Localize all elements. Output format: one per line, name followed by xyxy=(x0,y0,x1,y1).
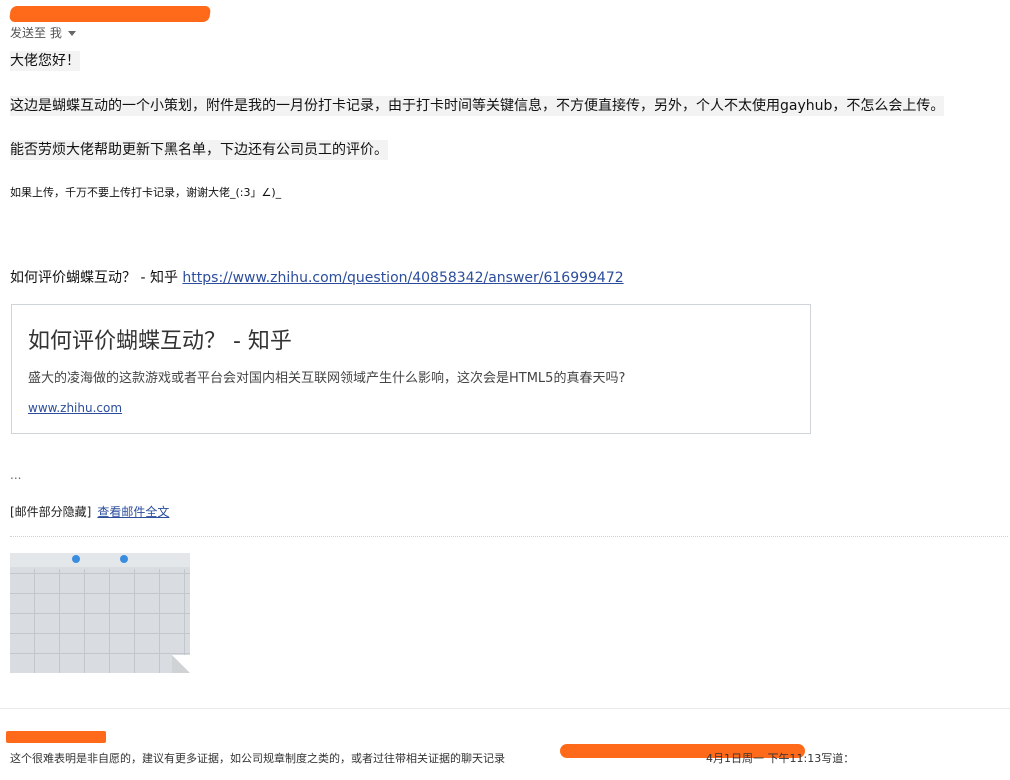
attachment-divider xyxy=(10,536,1008,537)
reply-text: 这个很难表明是非自愿的，建议有更多证据，如公司规章制度之类的，或者过往带相关证据… xyxy=(10,752,505,765)
zhihu-link-line: 如何评价蝴蝶互动？ - 知乎 https://www.zhihu.com/que… xyxy=(10,268,624,288)
link-prefix: 如何评价蝴蝶互动？ - 知乎 xyxy=(10,270,178,286)
next-month-icon xyxy=(120,555,128,563)
upload-note: 如果上传，千万不要上传打卡记录，谢谢大佬_(:3」∠)_ xyxy=(10,186,282,199)
chevron-down-icon[interactable] xyxy=(67,31,76,36)
recipient-text: 发送至 我 xyxy=(10,26,62,40)
calendar-header xyxy=(10,553,190,567)
recipient-line[interactable]: 发送至 我 xyxy=(10,24,76,41)
quoted-text-ellipsis[interactable]: ... xyxy=(10,468,21,482)
prev-month-icon xyxy=(72,555,80,563)
hidden-content-note: [邮件部分隐藏] 查看邮件全文 xyxy=(10,503,169,520)
body-paragraph-1: 这边是蝴蝶互动的一个小策划，附件是我的一月份打卡记录，由于打卡时间等关键信息，不… xyxy=(10,96,945,116)
redacted-sender-name xyxy=(8,6,212,22)
hidden-label: [邮件部分隐藏] xyxy=(10,505,92,519)
link-preview-card[interactable]: 如何评价蝴蝶互动？ - 知乎 盛大的凌海做的这款游戏或者平台会对国内相关互联网领… xyxy=(11,304,811,434)
greeting: 大佬您好！ xyxy=(10,51,80,71)
preview-description: 盛大的凌海做的这款游戏或者平台会对国内相关互联网领域产生什么影响，这次会是HTM… xyxy=(28,371,626,386)
body-paragraph-2: 能否劳烦大佬帮助更新下黑名单，下边还有公司员工的评价。 xyxy=(10,140,388,160)
preview-domain-link[interactable]: www.zhihu.com xyxy=(28,401,122,415)
preview-title: 如何评价蝴蝶互动？ - 知乎 xyxy=(28,329,292,354)
page-curl-icon xyxy=(172,655,190,673)
view-full-message-link[interactable]: 查看邮件全文 xyxy=(97,505,169,519)
calendar-grid xyxy=(10,569,190,673)
attachment-thumbnail[interactable] xyxy=(10,553,190,673)
reply-date: 4月1日周一 下午11:13写道： xyxy=(706,752,855,765)
reply-divider xyxy=(0,708,1010,709)
zhihu-answer-link[interactable]: https://www.zhihu.com/question/40858342/… xyxy=(182,270,623,286)
redacted-reply-sender xyxy=(6,731,106,743)
